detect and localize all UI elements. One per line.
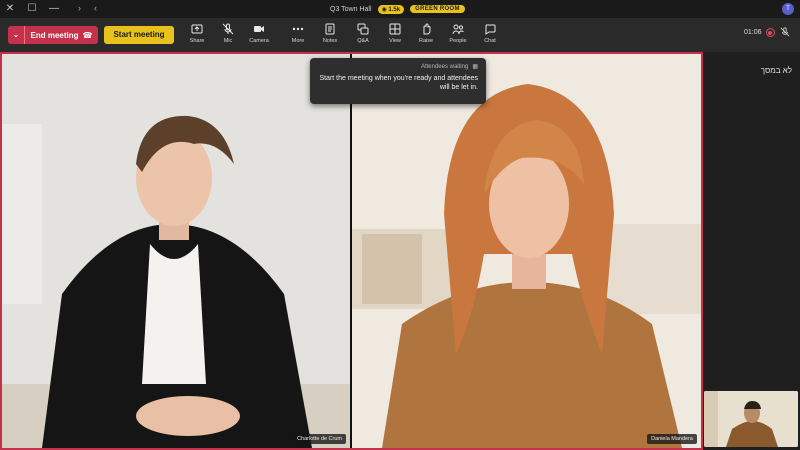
people-icon [451,22,465,36]
maximize-window-icon[interactable]: ☐ [22,0,42,18]
panel-title: לא במסך [760,66,792,75]
toast-body: Start the meeting when you're ready and … [319,75,478,91]
view-button[interactable]: View [380,22,410,50]
title-bar: ✕ ☐ — › ‹ Q3 Town Hall ◉ 1.5k GREEN ROOM… [0,0,800,18]
viewer-count-badge: ◉ 1.5k [377,4,405,14]
end-meeting-label-wrap: End meeting ☎ [25,31,98,40]
hangup-icon: ☎ [82,30,93,40]
notes-button[interactable]: Notes [315,22,345,50]
chat-icon [483,22,497,36]
notes-icon [323,22,337,36]
raise-hand-button[interactable]: Raise [411,22,441,50]
qa-label: Q&A [357,38,369,44]
forward-arrow-icon[interactable]: › [78,3,81,13]
chat-button[interactable]: Chat [475,22,505,50]
people-label: People [449,38,467,44]
green-room-badge: GREEN ROOM [410,5,465,13]
back-arrow-icon[interactable]: ‹ [94,3,97,13]
start-meeting-button[interactable]: Start meeting [104,26,174,44]
camera-icon [252,22,266,36]
mic-off-status-icon[interactable] [780,27,790,37]
calendar-icon: ▦ [472,64,478,70]
camera-label: Camera [249,38,269,44]
view-grid-icon [388,22,402,36]
toast-heading: Attendees waiting [420,63,469,70]
participant-name-tag: Daniela Mandera [647,434,697,444]
minimize-window-icon[interactable]: — [44,0,64,18]
meeting-title-area: Q3 Town Hall ◉ 1.5k GREEN ROOM [330,3,465,15]
chat-label: Chat [484,38,496,44]
share-icon [190,22,204,36]
share-label: Share [189,38,205,44]
raise-label: Raise [418,38,434,44]
participant-video [2,54,350,448]
people-button[interactable]: People [443,22,473,50]
view-label: View [389,38,401,44]
more-label: More [291,38,305,44]
record-icon [765,28,775,37]
avatar[interactable]: T [782,3,794,15]
mic-label: Mic [223,38,233,44]
participant-video [352,54,701,448]
recording-timer: 01:06 [744,28,775,37]
meeting-title: Q3 Town Hall [330,5,372,13]
more-button[interactable]: More [283,22,313,50]
share-button[interactable]: Share [182,22,212,50]
mic-off-icon [221,22,235,36]
participant-tile[interactable]: Charlotte de Crum [2,54,350,448]
more-icon [291,22,305,36]
self-view-image [704,391,798,447]
chevron-down-icon[interactable]: ⌄ [8,26,25,44]
qa-icon [356,22,370,36]
self-view-video[interactable] [704,391,798,447]
raise-hand-icon [419,22,433,36]
notes-label: Notes [322,38,338,44]
end-meeting-button[interactable]: ⌄ End meeting ☎ [8,26,98,44]
participant-name-tag: Charlotte de Crum [293,434,346,444]
participant-tile[interactable]: Daniela Mandera [352,54,701,448]
viewer-count: 1.5k [388,6,401,13]
camera-button[interactable]: Camera [244,22,274,50]
close-window-icon[interactable]: ✕ [0,0,20,18]
meeting-stage: Charlotte de Crum Daniela Mandera [0,52,703,450]
meeting-toolbar: ⌄ End meeting ☎ Start meeting Share Mic … [0,18,800,52]
toast-header: Attendees waiting ▦ [318,63,478,71]
end-meeting-label: End meeting [30,30,79,40]
qa-button[interactable]: Q&A [348,22,378,50]
mic-button[interactable]: Mic [213,22,243,50]
attendees-waiting-toast: Attendees waiting ▦ Start the meeting wh… [310,58,486,104]
timer-text: 01:06 [744,29,762,36]
